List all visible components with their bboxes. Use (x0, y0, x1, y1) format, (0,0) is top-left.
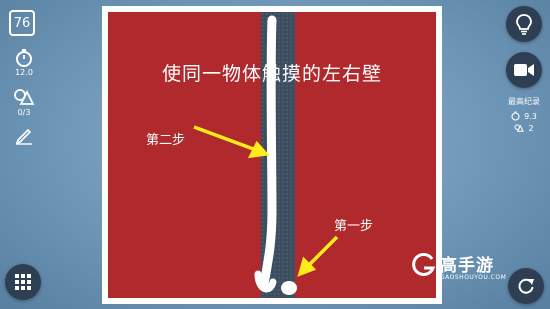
record-time: 9.3 (524, 111, 537, 121)
arrow-step1 (297, 235, 339, 277)
brand-logo-icon (412, 253, 436, 276)
shapes-icon (514, 124, 525, 132)
lightbulb-icon (516, 14, 532, 35)
step1-label: 第一步 (334, 219, 374, 234)
stopwatch-icon (511, 111, 520, 121)
pencil-icon[interactable] (14, 125, 34, 145)
drawing-layer (193, 15, 339, 295)
shapes-icon (14, 89, 35, 105)
brand-name: 高手游 (440, 256, 494, 276)
record-shapes: 2 (528, 124, 534, 133)
stopwatch-icon (16, 49, 32, 67)
pencil-tool[interactable] (6, 125, 42, 145)
level-instruction: 使同一物体触摸的左右壁 (161, 63, 382, 85)
record-title: 最高纪录 (508, 97, 540, 106)
time-stat: 12.0 (6, 48, 42, 77)
grid-menu-icon (15, 274, 31, 290)
menu-button[interactable] (5, 264, 41, 300)
arrow-step2 (193, 125, 270, 159)
watermark: 高手游 GAOSHOUYOU.COM (410, 249, 530, 289)
video-camera-icon (514, 64, 534, 76)
puzzle-board[interactable]: 使同一物体触摸的左右壁 第二步 第一步 (102, 6, 442, 304)
hint-button[interactable] (506, 6, 542, 42)
video-button[interactable] (506, 52, 542, 88)
time-value: 12.0 (15, 68, 33, 77)
best-record: 最高纪录 9.3 2 (500, 96, 548, 133)
puzzle-area[interactable]: 使同一物体触摸的左右壁 第二步 第一步 (108, 12, 436, 298)
level-badge: 76 (9, 10, 35, 36)
drawn-ball (281, 281, 297, 295)
brand-url: GAOSHOUYOU.COM (440, 274, 507, 281)
step2-label: 第二步 (146, 133, 186, 148)
shapes-stat: 0/3 (6, 88, 42, 117)
shapes-value: 0/3 (17, 108, 31, 117)
